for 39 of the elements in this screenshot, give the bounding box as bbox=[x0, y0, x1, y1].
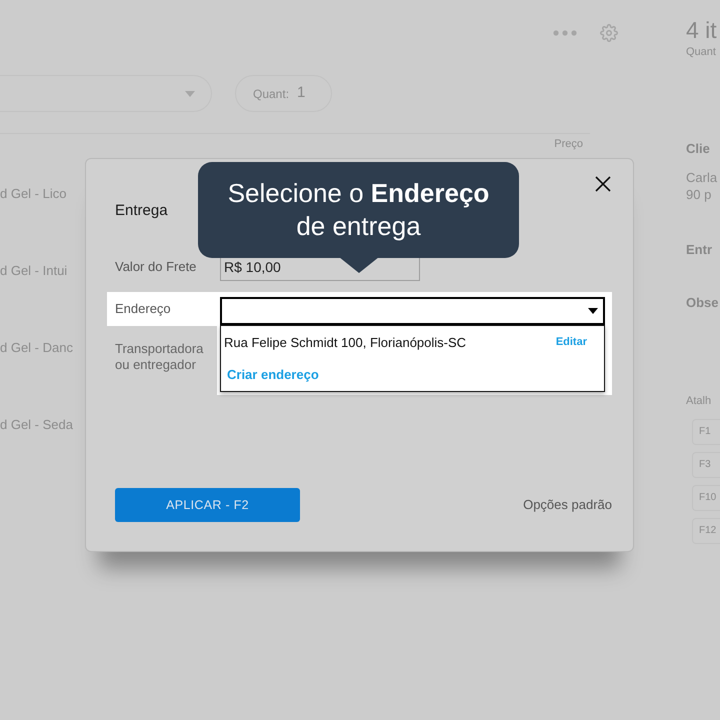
shortcut-key[interactable]: F12 bbox=[692, 518, 720, 544]
more-icon[interactable] bbox=[553, 30, 577, 36]
caret-icon bbox=[588, 308, 598, 314]
caret-icon bbox=[185, 90, 195, 96]
shortcuts-title: Atalh bbox=[686, 394, 712, 408]
address-option[interactable]: Rua Felipe Schmidt 100, Florianópolis-SC bbox=[224, 332, 466, 352]
quantity-value: 1 bbox=[297, 83, 306, 104]
quantity-field[interactable]: Quant: 1 bbox=[235, 75, 332, 112]
shortcut-key[interactable]: F10 bbox=[692, 485, 720, 511]
carrier-label: Transportadora ou entregador bbox=[114, 341, 204, 373]
section-text: 90 p bbox=[686, 186, 712, 203]
product-select[interactable] bbox=[0, 75, 212, 112]
apply-button[interactable]: APLICAR - F2 bbox=[115, 488, 300, 522]
close-button[interactable] bbox=[595, 176, 611, 192]
product-name: d Gel - Danc bbox=[0, 338, 73, 357]
freight-label: Valor do Frete bbox=[114, 258, 198, 276]
quantity-label: Quant: bbox=[253, 86, 290, 102]
section-title: Entr bbox=[686, 241, 713, 259]
shortcut-key[interactable]: F3 bbox=[692, 452, 720, 478]
section-title: Clie bbox=[686, 140, 711, 158]
settings-icon[interactable] bbox=[600, 24, 618, 42]
default-options-link[interactable]: Opções padrão bbox=[523, 495, 612, 515]
section-title: Obse bbox=[686, 294, 720, 312]
edit-link[interactable]: Editar bbox=[556, 334, 587, 351]
close-icon bbox=[595, 176, 611, 192]
quantity-caption: Quant bbox=[686, 45, 717, 59]
product-name: d Gel - Seda bbox=[0, 416, 73, 434]
address-select[interactable] bbox=[220, 297, 605, 325]
item-count: 4 it bbox=[686, 17, 718, 43]
product-name: d Gel - Lico bbox=[0, 184, 66, 203]
create-address-link[interactable]: Criar endereço bbox=[227, 365, 319, 385]
address-label: Endereço bbox=[107, 292, 217, 326]
dialog-title: Entrega bbox=[114, 201, 168, 221]
shortcut-key[interactable]: F1 bbox=[692, 419, 720, 445]
column-header: Preço bbox=[554, 138, 583, 150]
tooltip: Selecione o Endereço de entrega bbox=[198, 162, 519, 258]
tooltip-pointer-icon bbox=[338, 257, 378, 273]
section-text: Carla bbox=[686, 169, 718, 186]
product-name: d Gel - Intui bbox=[0, 262, 68, 280]
